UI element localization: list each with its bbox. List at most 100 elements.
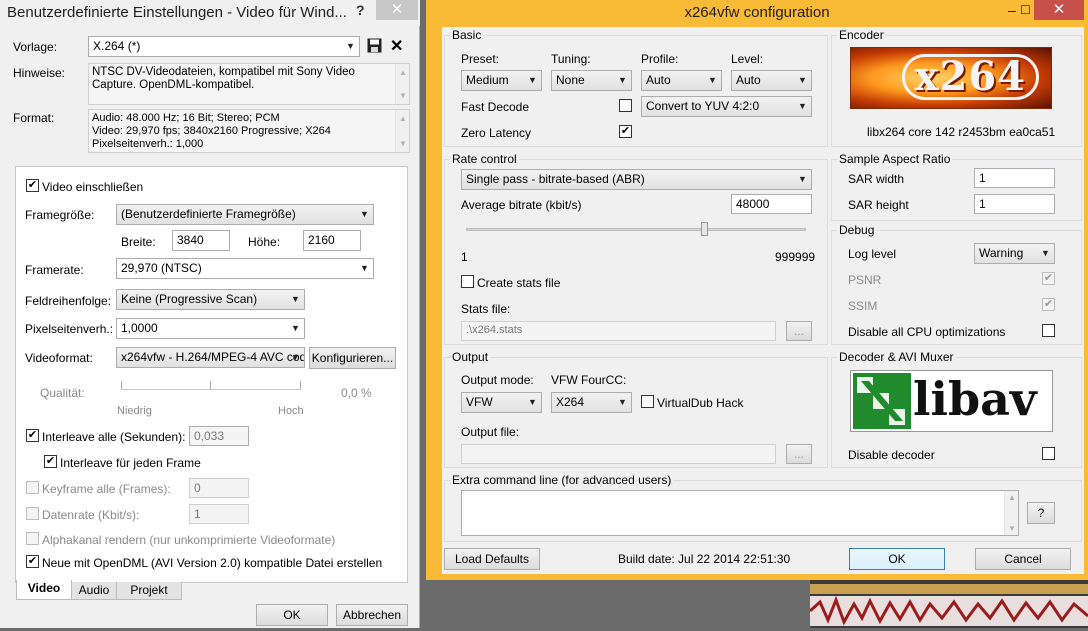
preset-label: Preset: — [461, 52, 500, 66]
vorlage-select[interactable]: X.264 (*) ▼ — [88, 36, 360, 57]
debug-group-title: Debug — [837, 223, 877, 237]
videoformat-label: Videoformat: — [25, 351, 93, 365]
format-label: Format: — [13, 111, 55, 125]
close-button[interactable]: ✕ — [376, 0, 418, 20]
stats-browse-button[interactable]: ... — [786, 321, 812, 341]
basic-group-title: Basic — [450, 28, 484, 42]
datenrate-input[interactable]: 1 — [189, 504, 249, 524]
framerate-label: Framerate: — [25, 263, 84, 277]
close-button[interactable]: ✕ — [1034, 0, 1084, 20]
fourcc-select[interactable]: X264 ▼ — [551, 392, 632, 413]
preset-select[interactable]: Medium ▼ — [461, 70, 542, 91]
disable-decoder-label: Disable decoder — [848, 448, 935, 462]
framerate-value: 29,970 (NTSC) — [121, 261, 202, 275]
sar-height-input[interactable]: 1 — [974, 194, 1055, 214]
extra-cmdline-input[interactable]: ▲ ▼ — [461, 490, 1019, 536]
scrollbar[interactable]: ▲ ▼ — [1004, 491, 1018, 535]
delete-icon[interactable]: ✕ — [390, 36, 406, 55]
level-select[interactable]: Auto ▼ — [731, 70, 812, 91]
scrollbar[interactable]: ▲ ▼ — [395, 64, 409, 104]
interleave-frame-checkbox[interactable]: ✔ — [44, 455, 57, 468]
sar-width-input[interactable]: 1 — [974, 168, 1055, 188]
zero-latency-checkbox[interactable]: ✔ — [619, 125, 632, 138]
chevron-down-icon: ▼ — [798, 174, 807, 184]
output-mode-select[interactable]: VFW ▼ — [461, 392, 542, 413]
disable-cpu-label: Disable all CPU optimizations — [848, 325, 1006, 339]
vorlage-label: Vorlage: — [13, 40, 58, 54]
scrollbar[interactable]: ▲ ▼ — [395, 110, 409, 152]
output-mode-value: VFW — [466, 395, 493, 409]
maximize-icon[interactable]: ☐ — [1020, 3, 1031, 17]
framerate-select[interactable]: 29,970 (NTSC) ▼ — [116, 258, 374, 279]
disable-decoder-checkbox[interactable] — [1042, 447, 1055, 460]
breite-input[interactable]: 3840 — [172, 230, 230, 251]
output-browse-button[interactable]: ... — [786, 444, 812, 464]
datenrate-checkbox[interactable] — [26, 507, 39, 520]
ssim-checkbox[interactable]: ✔ — [1042, 298, 1055, 311]
tab-video[interactable]: Video — [16, 580, 72, 600]
output-mode-label: Output mode: — [461, 373, 534, 387]
level-value: Auto — [736, 73, 761, 87]
interleave-input[interactable]: 0,033 — [189, 426, 249, 446]
pixelseitenverh-label: Pixelseitenverh.: — [25, 322, 114, 336]
fourcc-value: X264 — [556, 395, 585, 409]
qualitaet-slider[interactable] — [121, 389, 301, 390]
interleave-alle-checkbox[interactable]: ✔ — [26, 429, 39, 442]
ok-button[interactable]: OK — [256, 604, 328, 626]
load-defaults-button[interactable]: Load Defaults — [444, 548, 540, 570]
pixelseitenverh-select[interactable]: 1,0000 ▼ — [116, 318, 305, 339]
help-button[interactable]: ? — [356, 2, 370, 18]
video-einschliessen-checkbox[interactable]: ✔ — [26, 179, 39, 192]
avg-bitrate-label: Average bitrate (kbit/s) — [461, 198, 582, 212]
cancel-button[interactable]: Cancel — [975, 548, 1071, 570]
log-level-select[interactable]: Warning ▼ — [974, 243, 1055, 264]
rate-control-group-title: Rate control — [450, 152, 519, 166]
stats-file-input[interactable]: .\x264.stats — [461, 321, 776, 341]
keyframe-checkbox[interactable] — [26, 481, 39, 494]
minimize-icon[interactable]: – — [1008, 2, 1016, 18]
chevron-down-icon: ▼ — [798, 75, 807, 85]
avg-bitrate-input[interactable]: 48000 — [731, 194, 812, 214]
tab-projekt[interactable]: Projekt — [116, 582, 182, 600]
framegroesse-value: (Benutzerdefinierte Framegröße) — [121, 207, 296, 221]
save-icon[interactable] — [367, 38, 382, 53]
konfigurieren-button[interactable]: Konfigurieren... — [309, 347, 396, 369]
tuning-select[interactable]: None ▼ — [551, 70, 632, 91]
interleave-frame-label: Interleave für jeden Frame — [60, 456, 201, 470]
psnr-checkbox[interactable]: ✔ — [1042, 272, 1055, 285]
videoformat-select[interactable]: x264vfw - H.264/MPEG-4 AVC cod ▼ — [116, 347, 305, 368]
alphakanal-checkbox[interactable] — [26, 532, 39, 545]
framegroesse-select[interactable]: (Benutzerdefinierte Framegröße) ▼ — [116, 204, 374, 225]
extra-cmdline-title: Extra command line (for advanced users) — [450, 473, 674, 487]
tab-audio[interactable]: Audio — [71, 582, 117, 600]
feldreihenfolge-select[interactable]: Keine (Progressive Scan) ▼ — [116, 289, 305, 310]
rate-mode-select[interactable]: Single pass - bitrate-based (ABR) ▼ — [461, 169, 812, 190]
fast-decode-checkbox[interactable] — [619, 99, 632, 112]
keyframe-input[interactable]: 0 — [189, 478, 249, 498]
chevron-down-icon: ▼ — [360, 263, 369, 273]
bitrate-slider-thumb[interactable] — [701, 222, 708, 236]
hinweise-textbox[interactable]: NTSC DV-Videodateien, kompatibel mit Son… — [88, 63, 410, 105]
opendml-checkbox[interactable]: ✔ — [26, 555, 39, 568]
output-file-input[interactable] — [461, 444, 776, 464]
ok-button[interactable]: OK — [849, 548, 945, 570]
virtualdub-hack-checkbox[interactable] — [641, 395, 654, 408]
format-video: Video: 29,970 fps; 3840x2160 Progressive… — [92, 125, 331, 137]
create-stats-checkbox[interactable] — [461, 275, 474, 288]
bitrate-slider[interactable] — [466, 228, 806, 231]
color-convert-select[interactable]: Convert to YUV 4:2:0 ▼ — [641, 96, 812, 117]
log-level-value: Warning — [979, 246, 1024, 260]
chevron-down-icon: ▼ — [798, 101, 807, 111]
hoehe-input[interactable]: 2160 — [303, 230, 361, 251]
sar-width-label: SAR width — [848, 172, 905, 186]
disable-cpu-checkbox[interactable] — [1042, 324, 1055, 337]
profile-select[interactable]: Auto ▼ — [641, 70, 722, 91]
libav-logo: libav — [850, 370, 1053, 432]
fast-decode-label: Fast Decode — [461, 100, 530, 114]
ssim-label: SSIM — [848, 299, 878, 313]
format-textbox[interactable]: Audio: 48.000 Hz; 16 Bit; Stereo; PCM Vi… — [88, 109, 410, 153]
zero-latency-label: Zero Latency — [461, 126, 532, 140]
bitrate-min: 1 — [461, 250, 468, 264]
extra-help-button[interactable]: ? — [1027, 502, 1055, 524]
abbrechen-button[interactable]: Abbrechen — [336, 604, 408, 626]
